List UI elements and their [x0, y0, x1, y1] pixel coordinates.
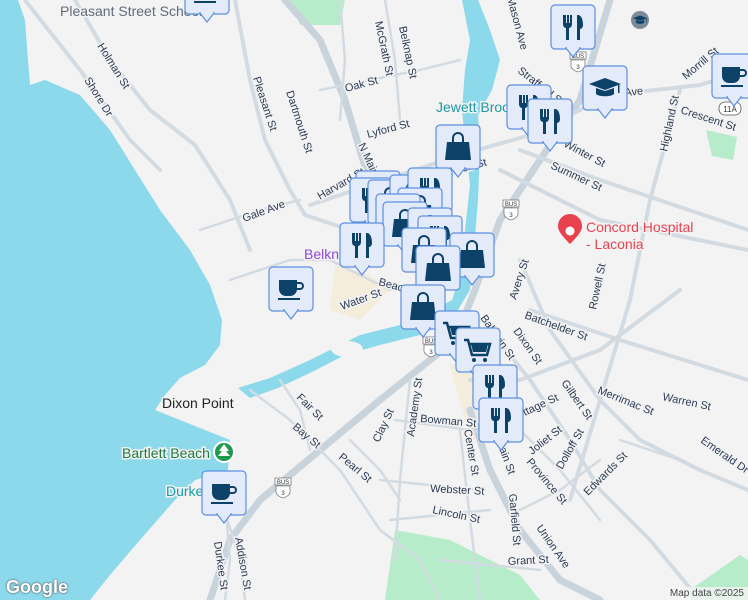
street-label: Lyford St: [366, 118, 411, 141]
dixon-point-label: Dixon Point: [162, 395, 234, 411]
svg-text:BUS: BUS: [505, 202, 517, 208]
street-label: Belknap St: [396, 25, 419, 80]
lake-water: [0, 0, 230, 600]
street-label: Dartmouth St: [283, 89, 314, 154]
street-label: Rowell St: [587, 263, 608, 311]
google-logo[interactable]: Google: [6, 577, 68, 598]
street-label: Bay St: [290, 421, 323, 451]
brook-label: Jewett Brook: [436, 99, 518, 115]
hospital-label[interactable]: Concord Hospital: [585, 218, 695, 237]
restaurant-marker[interactable]: [339, 222, 385, 276]
street-label: Merrimac St: [596, 385, 655, 418]
street-label: Grant St: [508, 554, 550, 568]
map-canvas[interactable]: Holman St Shore Dr Pleasant St Dartmouth…: [0, 0, 748, 600]
route-3-shield: BUS 3: [502, 199, 520, 221]
street-label: Highland St: [658, 94, 682, 152]
street-label: Addison St: [232, 536, 253, 590]
hospital-pin-icon[interactable]: [558, 214, 582, 244]
street-label: Holman St: [94, 41, 131, 91]
route-3-shield: BUS 3: [274, 477, 292, 499]
svg-text:11A: 11A: [723, 105, 737, 114]
street-label: Webster St: [430, 483, 485, 498]
street-label: Academy St: [405, 377, 425, 437]
restaurant-marker[interactable]: [478, 397, 524, 451]
park-pin-icon[interactable]: [213, 441, 235, 463]
cafe-marker[interactable]: [711, 53, 748, 107]
school-grey-icon[interactable]: [631, 11, 649, 29]
street-label: Garfield St: [506, 493, 522, 546]
street-label: Warren St: [661, 391, 712, 413]
street-label: Gale Ave: [241, 198, 287, 224]
street-label: Clay St: [371, 407, 397, 444]
cafe-marker[interactable]: [268, 266, 314, 320]
school-label[interactable]: Pleasant Street School: [59, 2, 204, 21]
street-label: Oak St: [344, 75, 380, 95]
route-11a-shield: 11A: [718, 101, 742, 116]
beach-label[interactable]: Bartlett Beach: [121, 444, 212, 463]
hospital-label-2[interactable]: - Laconia: [585, 235, 646, 254]
restaurant-marker[interactable]: [550, 4, 596, 58]
svg-text:BUS: BUS: [277, 480, 289, 486]
school-marker[interactable]: [582, 65, 628, 119]
map-attribution: Map data ©2025: [665, 587, 748, 600]
cafe-marker[interactable]: [201, 470, 247, 524]
street-label: Lincoln St: [431, 504, 481, 526]
street-label: Mason Ave: [504, 0, 530, 51]
park-small: [706, 130, 737, 160]
street-label: Pearl St: [336, 451, 374, 485]
restaurant-marker[interactable]: [527, 98, 573, 152]
